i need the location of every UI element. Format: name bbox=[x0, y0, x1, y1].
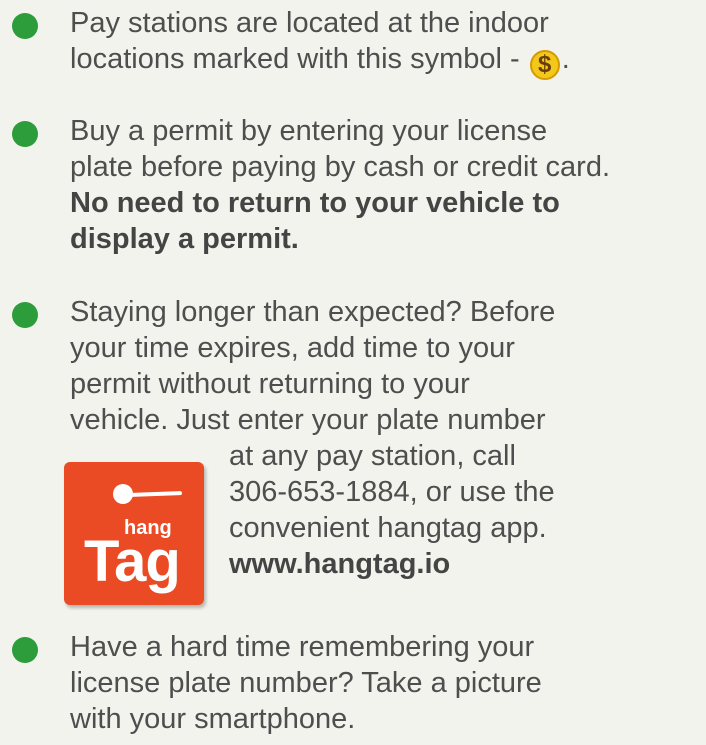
item-text: plate before paying by cash or credit ca… bbox=[70, 151, 611, 183]
list-item: Pay stations are located at the indoor l… bbox=[70, 5, 702, 80]
item-bold-text: display a permit. bbox=[70, 223, 299, 255]
item-text: Have a hard time remembering your bbox=[70, 631, 535, 663]
logo-main-text: Tag bbox=[84, 529, 181, 594]
item-text: at any pay station, call bbox=[229, 440, 516, 472]
bullet-icon bbox=[12, 13, 38, 39]
item-text: Staying longer than expected? Before bbox=[70, 296, 556, 328]
logo-wrap-text: at any pay station, call 306-653-1884, o… bbox=[229, 438, 555, 582]
item-text: convenient hangtag app. bbox=[229, 512, 547, 544]
list-item: Buy a permit by entering your license pl… bbox=[70, 113, 702, 257]
dollar-coin-icon: $ bbox=[529, 50, 560, 80]
item-text: Pay stations are located at the indoor bbox=[70, 7, 549, 39]
bullet-icon bbox=[12, 302, 38, 328]
bullet-icon bbox=[12, 637, 38, 663]
item-text: 306-653-1884, or use the bbox=[229, 476, 555, 508]
hangtag-logo: hang Tag bbox=[64, 462, 204, 605]
list-item: Have a hard time remembering your licens… bbox=[70, 629, 702, 737]
item-text: . bbox=[561, 43, 570, 75]
item-text: Buy a permit by entering your license bbox=[70, 115, 548, 147]
item-text: license plate number? Take a picture bbox=[70, 667, 542, 699]
list-item: Staying longer than expected? Before you… bbox=[70, 294, 702, 438]
item-bold-text: No need to return to your vehicle to bbox=[70, 187, 560, 219]
tag-string-icon bbox=[129, 491, 183, 497]
item-text: locations marked with this symbol - bbox=[70, 43, 528, 75]
hangtag-link[interactable]: www.hangtag.io bbox=[229, 546, 555, 582]
item-text: your time expires, add time to your bbox=[70, 332, 515, 364]
bullet-icon bbox=[12, 121, 38, 147]
item-text: with your smartphone. bbox=[70, 703, 356, 735]
item-text: permit without returning to your bbox=[70, 368, 470, 400]
item-text: vehicle. Just enter your plate number bbox=[70, 404, 546, 436]
